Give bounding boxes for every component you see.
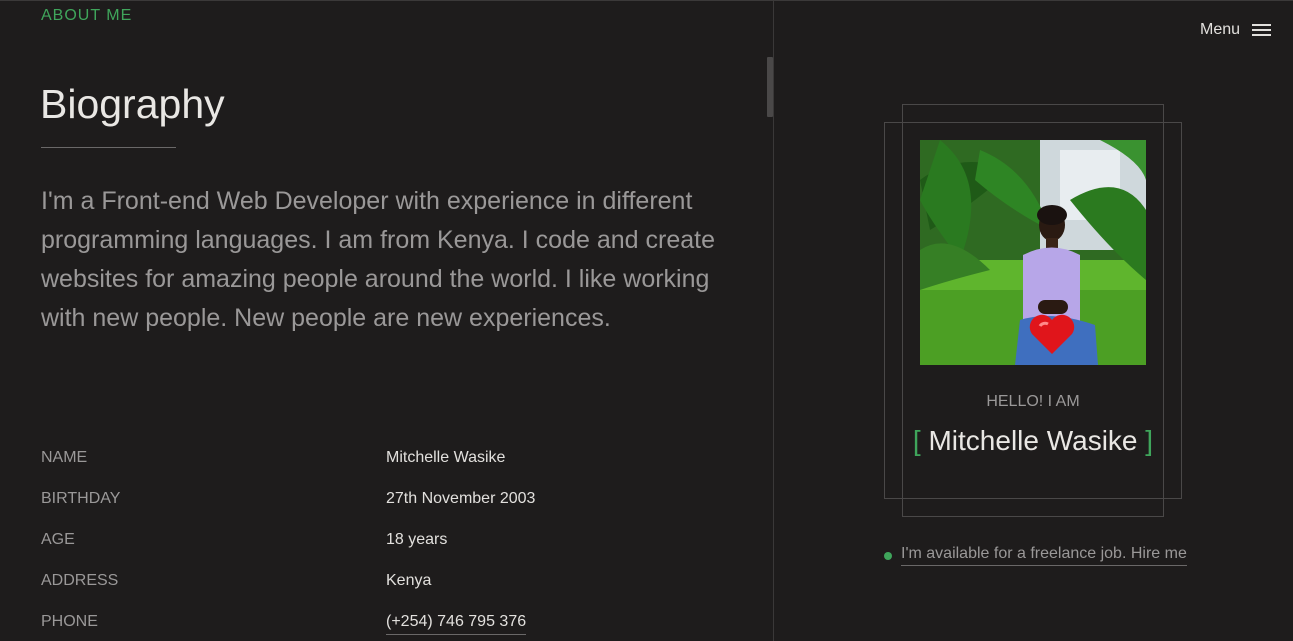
biography-text: I'm a Front-end Web Developer with exper… — [41, 187, 715, 332]
page-title: Biography — [40, 81, 225, 127]
hamburger-icon — [1252, 24, 1272, 36]
info-value: 27th November 2003 — [386, 490, 536, 507]
panel-divider — [773, 1, 774, 641]
personal-info-list: NAME Mitchelle Wasike BIRTHDAY 27th Nove… — [41, 439, 741, 641]
info-row-name: NAME Mitchelle Wasike — [41, 439, 741, 480]
info-label: ADDRESS — [41, 572, 119, 589]
info-value: Kenya — [386, 572, 432, 589]
biography-panel: ABOUT ME Biography I'm a Front-end Web D… — [0, 1, 774, 641]
info-row-address: ADDRESS Kenya — [41, 562, 741, 603]
profile-name-text: Mitchelle Wasike — [928, 425, 1138, 456]
info-row-age: AGE 18 years — [41, 521, 741, 562]
info-label: BIRTHDAY — [41, 490, 121, 507]
phone-link[interactable]: (+254) 746 795 376 — [386, 613, 527, 635]
profile-photo — [920, 140, 1146, 365]
profile-name: [ Mitchelle Wasike ] — [884, 425, 1182, 457]
info-row-phone: PHONE (+254) 746 795 376 — [41, 603, 741, 641]
status-dot-icon — [884, 551, 892, 560]
availability-text[interactable]: I'm available for a freelance job. Hire … — [901, 545, 1187, 566]
bracket-open: [ — [912, 425, 921, 456]
info-label: PHONE — [41, 613, 98, 630]
info-value: Mitchelle Wasike — [386, 449, 506, 466]
availability-link[interactable]: I'm available for a freelance job. Hire … — [884, 545, 1187, 566]
info-label: NAME — [41, 449, 88, 466]
greeting-label: HELLO! I AM — [986, 393, 1080, 410]
page: ABOUT ME Biography I'm a Front-end Web D… — [0, 0, 1293, 641]
menu-button[interactable]: Menu — [1200, 21, 1272, 39]
bracket-close: ] — [1145, 425, 1154, 456]
section-label: ABOUT ME — [41, 7, 133, 24]
info-label: AGE — [41, 531, 75, 548]
info-value: 18 years — [386, 531, 448, 548]
info-row-birthday: BIRTHDAY 27th November 2003 — [41, 480, 741, 521]
title-underline — [41, 147, 176, 148]
menu-label: Menu — [1200, 21, 1241, 38]
